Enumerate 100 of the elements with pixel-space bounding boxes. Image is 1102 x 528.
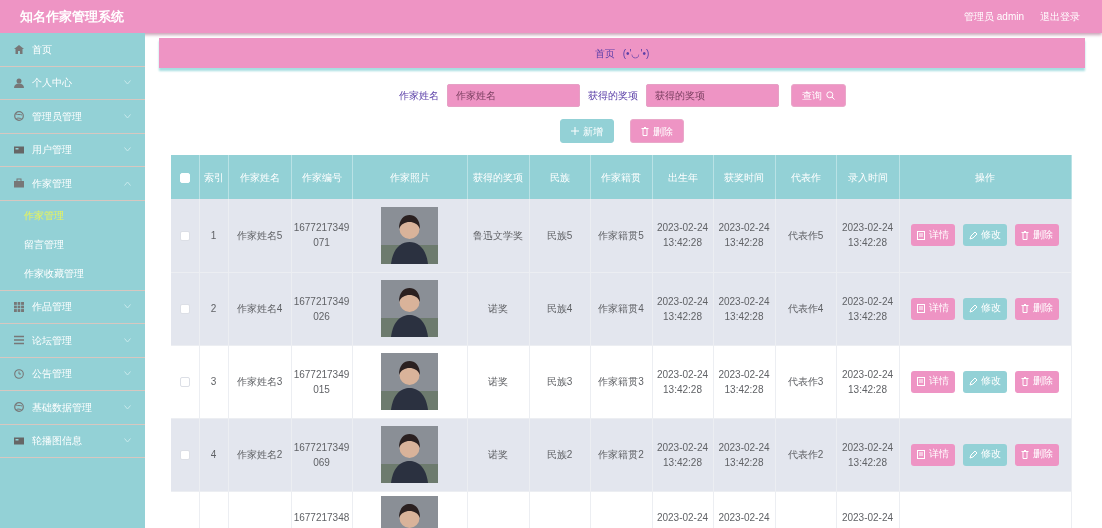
- edit-button[interactable]: 修改: [963, 297, 1007, 320]
- sidebar-item[interactable]: 论坛管理: [32, 332, 72, 348]
- app-title: 知名作家管理系统: [20, 7, 124, 26]
- table-cell: 2023-02-24 13:42:28: [841, 222, 894, 249]
- column-header: 索引: [203, 171, 224, 183]
- column-header: 出生年: [667, 171, 698, 183]
- select-all-checkbox[interactable]: [179, 172, 190, 183]
- row-checkbox[interactable]: [179, 450, 190, 461]
- column-header: 获得的奖项: [473, 171, 523, 183]
- delete-button[interactable]: 删除: [1015, 370, 1059, 393]
- plus-icon: [571, 127, 579, 135]
- sidebar-item[interactable]: 作家管理: [32, 175, 72, 191]
- sidebar-subitem[interactable]: 作家收藏管理: [0, 258, 145, 288]
- sidebar-item[interactable]: 基础数据管理: [32, 399, 92, 415]
- table-cell: 1677217348: [293, 511, 350, 523]
- table-cell: 作家姓名5: [236, 229, 283, 241]
- detail-button[interactable]: 详情: [911, 443, 955, 466]
- trash-icon: [1021, 450, 1029, 459]
- table-cell: 2: [210, 303, 217, 314]
- edit-button[interactable]: 修改: [963, 370, 1007, 393]
- table-cell: 1677217349069: [293, 441, 350, 468]
- document-icon: [917, 450, 925, 459]
- column-header: 民族: [549, 171, 570, 183]
- table-cell: 代表作3: [787, 376, 824, 387]
- table-cell: 2023-02-24 13:42:28: [718, 368, 770, 395]
- grid-icon: [14, 301, 24, 312]
- search-button[interactable]: 查询: [790, 84, 846, 107]
- pencil-icon: [969, 450, 977, 459]
- logout-link[interactable]: 退出登录: [1040, 9, 1080, 24]
- add-button[interactable]: 新增: [560, 119, 614, 143]
- table-cell: 民族5: [546, 229, 573, 241]
- table-cell: 2023-02-24 13:42:28: [841, 441, 894, 468]
- row-checkbox[interactable]: [179, 304, 190, 315]
- column-header: 获奖时间: [724, 171, 764, 183]
- delete-button[interactable]: 删除: [1015, 297, 1059, 320]
- card-icon: [14, 144, 24, 155]
- table-cell: 2023-02-24 13:42:28: [718, 222, 770, 249]
- search-field[interactable]: 获得的奖项: [645, 84, 779, 107]
- home-icon: [14, 44, 24, 55]
- column-header: 作家照片: [389, 171, 430, 183]
- column-header: 操作: [975, 171, 995, 183]
- sidebar-item[interactable]: 首页: [32, 41, 52, 57]
- table-cell: 1677217349071: [293, 222, 350, 249]
- document-icon: [917, 377, 925, 386]
- delete-button[interactable]: 删除: [1015, 224, 1059, 247]
- emoticon: (•'◡'•): [622, 46, 650, 61]
- table-cell: 诺奖: [488, 303, 508, 314]
- detail-button[interactable]: 详情: [911, 224, 955, 247]
- table-cell: 1677217349026: [293, 295, 350, 322]
- sidebar-item[interactable]: 轮播图信息: [32, 433, 82, 449]
- breadcrumb-link[interactable]: 首页: [594, 45, 615, 61]
- sidebar-subitem[interactable]: 作家管理: [0, 200, 145, 230]
- sidebar-item[interactable]: 公告管理: [32, 366, 72, 382]
- table-cell: 3: [210, 376, 217, 387]
- table-cell: 代表作4: [787, 303, 824, 314]
- pencil-icon: [969, 230, 977, 240]
- table-cell: 诺奖: [488, 449, 508, 460]
- briefcase-icon: [14, 178, 24, 189]
- column-header: 代表作: [790, 171, 821, 183]
- table-cell: 2023-02-24 13:42:28: [656, 368, 709, 395]
- search-field[interactable]: 作家姓名: [446, 84, 580, 107]
- table-cell: 作家姓名4: [236, 303, 283, 314]
- table-cell: 代表作5: [787, 229, 824, 241]
- table-cell: 代表作2: [787, 449, 824, 460]
- column-header: 录入时间: [847, 171, 888, 183]
- user-label: 管理员 admin: [964, 10, 1024, 24]
- table-cell: 作家籍贯5: [598, 229, 644, 241]
- table-cell: 2023-02-24 13:42:28: [841, 295, 894, 322]
- trash-icon: [1021, 304, 1029, 313]
- detail-button[interactable]: 详情: [911, 370, 955, 393]
- row-checkbox[interactable]: [179, 231, 190, 242]
- search-icon: [825, 91, 835, 100]
- sidebar-item[interactable]: 作品管理: [32, 299, 72, 315]
- table-cell: 1677217349015: [293, 368, 350, 395]
- edit-button[interactable]: 修改: [963, 443, 1007, 466]
- field-label: 作家姓名: [398, 89, 439, 103]
- edit-button[interactable]: 修改: [963, 224, 1007, 247]
- sidebar-item[interactable]: 管理员管理: [32, 108, 82, 124]
- delete-button[interactable]: 删除: [1015, 443, 1059, 466]
- table-cell: 2023-02-24 13:42:28: [656, 295, 709, 322]
- detail-button[interactable]: 详情: [911, 297, 955, 320]
- table-cell: 2023-02-24 13:42:28: [718, 295, 770, 322]
- globe-icon: [14, 111, 24, 122]
- clock-icon: [14, 368, 24, 379]
- table-cell: 作家姓名3: [236, 376, 283, 387]
- card-icon: [14, 435, 24, 446]
- table-cell: 1: [210, 229, 217, 241]
- row-checkbox[interactable]: [179, 377, 190, 388]
- pencil-icon: [969, 304, 977, 313]
- table-cell: 民族4: [546, 303, 573, 314]
- table-cell: 2023-02-24: [841, 511, 894, 523]
- table-cell: 4: [210, 449, 217, 460]
- delete-button[interactable]: 删除: [630, 119, 684, 143]
- table-cell: 2023-02-24: [718, 511, 770, 523]
- sidebar-item[interactable]: 用户管理: [32, 142, 72, 158]
- table-cell: 民族2: [546, 449, 573, 460]
- sidebar-subitem[interactable]: 留言管理: [0, 229, 145, 259]
- table-cell: 鲁迅文学奖: [473, 229, 523, 241]
- column-header: 作家姓名: [239, 171, 280, 183]
- sidebar-item[interactable]: 个人中心: [32, 75, 72, 91]
